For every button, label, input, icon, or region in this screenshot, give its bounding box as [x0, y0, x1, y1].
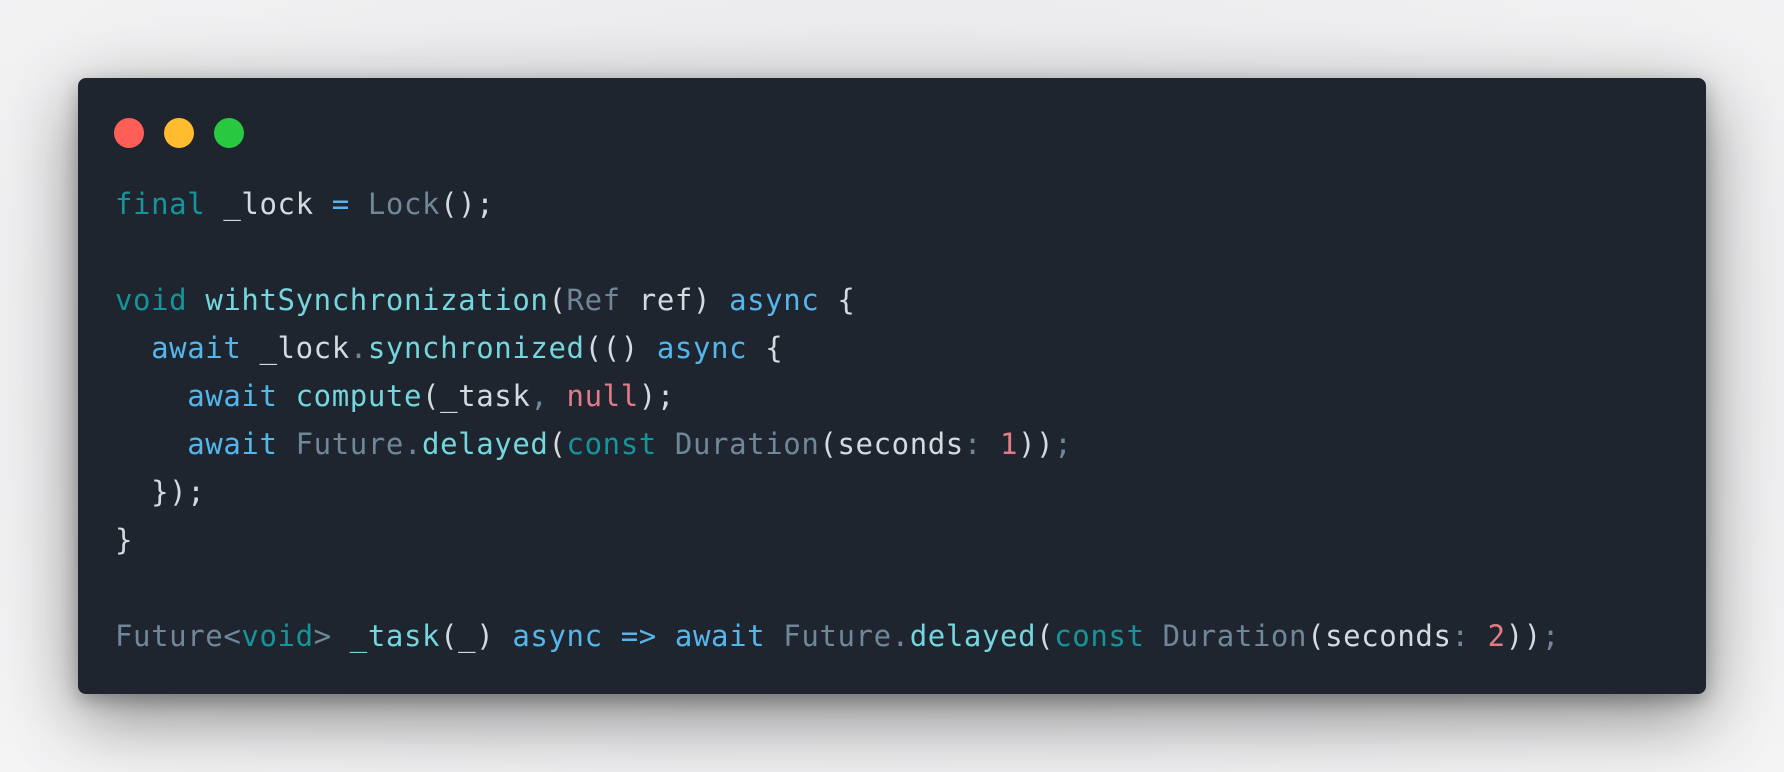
- code-line: Future<void> _task(_) async => await Fut…: [115, 612, 1560, 660]
- code-token: async: [729, 283, 820, 317]
- code-token: Future: [115, 619, 224, 653]
- code-line: await _lock.synchronized(() async {: [115, 324, 1560, 372]
- code-token: .: [403, 427, 423, 461]
- close-button[interactable]: [114, 118, 144, 148]
- code-token: final: [115, 187, 206, 221]
- code-token: (seconds: [1307, 619, 1452, 653]
- code-token: await: [187, 379, 278, 413]
- code-token: {: [819, 283, 856, 317]
- code-token: }: [115, 523, 134, 557]
- code-token: delayed: [909, 619, 1037, 653]
- code-token: const: [566, 427, 657, 461]
- code-token: async: [656, 331, 748, 365]
- code-token: ref): [620, 283, 730, 317]
- code-token: void: [115, 283, 188, 317]
- code-token: compute: [295, 379, 423, 413]
- code-token: ,: [530, 379, 567, 413]
- code-block: final _lock = Lock(); void wihtSynchroniz…: [115, 180, 1560, 660]
- code-line: }: [115, 516, 1560, 564]
- code-token: )): [1018, 427, 1055, 461]
- code-token: (_): [440, 619, 513, 653]
- code-token: Future: [783, 619, 892, 653]
- code-token: _task: [349, 619, 441, 653]
- code-line: void wihtSynchronization(Ref ref) async …: [115, 276, 1560, 324]
- code-token: (seconds: [819, 427, 964, 461]
- code-token: =: [331, 187, 350, 221]
- code-token: {: [747, 331, 784, 365]
- code-token: =>: [620, 619, 657, 653]
- window-controls: [114, 118, 244, 148]
- code-token: (: [548, 427, 567, 461]
- code-token: _lock: [205, 187, 332, 221]
- code-token: ;: [1541, 619, 1560, 653]
- code-token: null: [566, 379, 639, 413]
- code-token: ((): [584, 331, 657, 365]
- code-token: (_task: [422, 379, 531, 413]
- code-token: 2: [1487, 619, 1506, 653]
- code-line: final _lock = Lock();: [115, 180, 1560, 228]
- code-token: wihtSynchronization: [205, 283, 549, 317]
- code-token: :: [1451, 619, 1488, 653]
- code-token: await: [187, 427, 278, 461]
- code-token: await: [674, 619, 766, 653]
- code-token: });: [115, 475, 206, 509]
- code-token: ;: [1054, 427, 1073, 461]
- code-token: .: [891, 619, 910, 653]
- code-token: void: [241, 619, 314, 653]
- code-token: ();: [440, 187, 495, 221]
- code-token: Lock: [367, 187, 441, 221]
- code-token: Duration: [674, 427, 820, 461]
- code-token: Ref: [566, 283, 621, 317]
- code-token: Duration: [1162, 619, 1308, 653]
- code-token: synchronized: [367, 331, 585, 365]
- code-token: <: [223, 619, 242, 653]
- zoom-button[interactable]: [214, 118, 244, 148]
- code-line: await Future.delayed(const Duration(seco…: [115, 420, 1560, 468]
- code-token: 1: [1000, 427, 1019, 461]
- code-token: await: [151, 331, 242, 365]
- code-token: (: [548, 283, 567, 317]
- code-token: >: [313, 619, 350, 653]
- code-token: .: [349, 331, 368, 365]
- code-token: const: [1054, 619, 1145, 653]
- code-line: });: [115, 468, 1560, 516]
- minimize-button[interactable]: [164, 118, 194, 148]
- code-token: (: [1036, 619, 1055, 653]
- code-token: )): [1505, 619, 1542, 653]
- code-line: await compute(_task, null);: [115, 372, 1560, 420]
- code-token: Future: [295, 427, 404, 461]
- code-token: );: [638, 379, 675, 413]
- code-token: _lock: [241, 331, 350, 365]
- code-window: final _lock = Lock(); void wihtSynchroniz…: [78, 78, 1706, 694]
- code-token: :: [963, 427, 1000, 461]
- code-token: delayed: [422, 427, 549, 461]
- code-token: async: [512, 619, 603, 653]
